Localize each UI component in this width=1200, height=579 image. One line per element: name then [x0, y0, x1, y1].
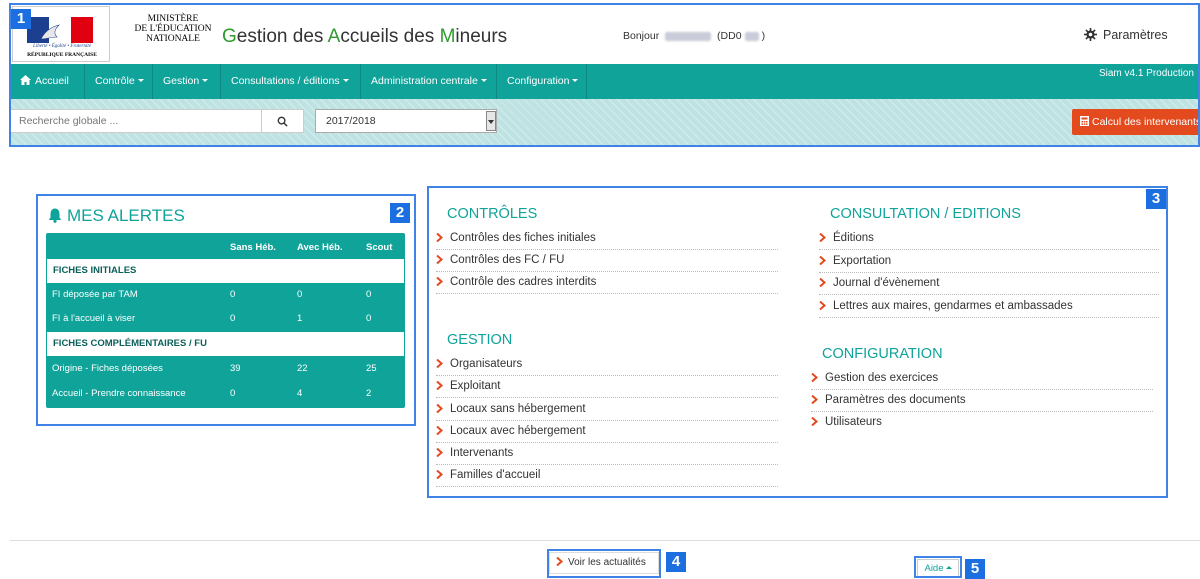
chevron-right-icon — [819, 256, 826, 265]
row-label: Origine - Fiches déposées — [52, 363, 163, 374]
link-label: Locaux sans hébergement — [450, 403, 586, 415]
link-label: Exportation — [833, 255, 892, 267]
chevron-right-icon — [436, 470, 443, 479]
callout-frame-news — [547, 549, 661, 578]
link-label: Familles d'accueil — [450, 469, 541, 481]
link-label: Gestion des exercices — [825, 372, 939, 384]
table-section-header: FICHES COMPLÉMENTAIRES / FU — [46, 332, 405, 356]
chevron-right-icon — [436, 277, 443, 286]
link-controles-fiches-initiales[interactable]: Contrôles des fiches initiales — [436, 228, 778, 250]
link-organisateurs[interactable]: Organisateurs — [436, 354, 778, 376]
alerts-title-text: MES ALERTES — [67, 206, 185, 225]
callout-badge: 2 — [390, 203, 410, 223]
cell-value: 0 — [366, 313, 372, 324]
section-label: FICHES COMPLÉMENTAIRES / FU — [53, 338, 207, 349]
column-header: Avec Héb. — [297, 242, 343, 253]
callout-badge: 1 — [11, 9, 31, 29]
table-section-header: FICHES INITIALES — [46, 259, 405, 283]
callout-badge: 4 — [666, 552, 686, 572]
link-exploitant[interactable]: Exploitant — [436, 376, 778, 398]
alerts-table: Sans Héb. Avec Héb. Scout FICHES INITIAL… — [46, 233, 405, 408]
link-intervenants[interactable]: Intervenants — [436, 443, 778, 465]
table-header-row: Sans Héb. Avec Héb. Scout — [46, 235, 405, 261]
chevron-right-icon — [436, 359, 443, 368]
cell-value: 2 — [366, 388, 372, 399]
table-row[interactable]: Accueil - Prendre connaissance 0 4 2 — [46, 381, 405, 406]
chevron-right-icon — [436, 381, 443, 390]
alerts-title: MES ALERTES — [48, 206, 185, 226]
link-locaux-sans-hebergement[interactable]: Locaux sans hébergement — [436, 399, 778, 421]
chevron-right-icon — [436, 255, 443, 264]
cell-value: 22 — [297, 363, 308, 374]
link-editions[interactable]: Éditions — [819, 228, 1159, 250]
link-gestion-exercices[interactable]: Gestion des exercices — [811, 368, 1153, 390]
section-title-gestion: GESTION — [447, 332, 513, 348]
chevron-right-icon — [819, 233, 826, 242]
section-title-consultation: CONSULTATION / EDITIONS — [830, 206, 1021, 222]
cell-value: 0 — [230, 388, 236, 399]
callout-frame-header — [9, 3, 1200, 147]
link-journal-evenement[interactable]: Journal d'évènement — [819, 273, 1159, 295]
link-utilisateurs[interactable]: Utilisateurs — [811, 412, 1153, 434]
link-familles-accueil[interactable]: Familles d'accueil — [436, 465, 778, 487]
chevron-right-icon — [811, 373, 818, 382]
section-title-controles: CONTRÔLES — [447, 206, 538, 222]
link-label: Exploitant — [450, 380, 501, 392]
link-label: Contrôles des fiches initiales — [450, 232, 596, 244]
link-controle-cadres-interdits[interactable]: Contrôle des cadres interdits — [436, 272, 778, 294]
table-row[interactable]: Origine - Fiches déposées 39 22 25 — [46, 356, 405, 381]
section-label: FICHES INITIALES — [53, 265, 137, 276]
link-parametres-documents[interactable]: Paramètres des documents — [811, 390, 1153, 412]
table-row[interactable]: FI à l'accueil à viser 0 1 0 — [46, 307, 405, 331]
chevron-right-icon — [436, 404, 443, 413]
row-label: FI à l'accueil à viser — [52, 313, 136, 324]
link-controles-fc-fu[interactable]: Contrôles des FC / FU — [436, 250, 778, 272]
chevron-right-icon — [811, 417, 818, 426]
callout-frame-aide — [914, 556, 962, 578]
cell-value: 0 — [230, 313, 236, 324]
link-label: Organisateurs — [450, 358, 523, 370]
link-label: Intervenants — [450, 447, 514, 459]
chevron-right-icon — [436, 233, 443, 242]
cell-value: 4 — [297, 388, 303, 399]
link-label: Lettres aux maires, gendarmes et ambassa… — [833, 300, 1073, 312]
column-header: Sans Héb. — [230, 242, 276, 253]
section-title-configuration: CONFIGURATION — [822, 346, 943, 362]
link-locaux-avec-hebergement[interactable]: Locaux avec hébergement — [436, 421, 778, 443]
row-label: FI déposée par TAM — [52, 289, 138, 300]
bell-icon — [48, 208, 62, 223]
table-row[interactable]: FI déposée par TAM 0 0 0 — [46, 283, 405, 306]
chevron-right-icon — [436, 448, 443, 457]
link-label: Éditions — [833, 232, 874, 244]
cell-value: 25 — [366, 363, 377, 374]
callout-badge: 3 — [1146, 189, 1166, 209]
cell-value: 0 — [230, 289, 236, 300]
callout-badge: 5 — [965, 559, 985, 579]
link-label: Paramètres des documents — [825, 394, 966, 406]
cell-value: 1 — [297, 313, 303, 324]
chevron-right-icon — [811, 395, 818, 404]
column-header: Scout — [366, 242, 393, 253]
link-lettres[interactable]: Lettres aux maires, gendarmes et ambassa… — [819, 296, 1159, 318]
link-label: Contrôles des FC / FU — [450, 254, 565, 266]
link-label: Contrôle des cadres interdits — [450, 276, 597, 288]
link-exportation[interactable]: Exportation — [819, 251, 1159, 273]
cell-value: 0 — [297, 289, 303, 300]
link-label: Journal d'évènement — [833, 277, 940, 289]
cell-value: 39 — [230, 363, 241, 374]
chevron-right-icon — [436, 426, 443, 435]
cell-value: 0 — [366, 289, 372, 300]
link-label: Locaux avec hébergement — [450, 425, 586, 437]
chevron-right-icon — [819, 278, 826, 287]
link-label: Utilisateurs — [825, 416, 882, 428]
row-label: Accueil - Prendre connaissance — [52, 388, 186, 399]
chevron-right-icon — [819, 301, 826, 310]
footer-divider — [10, 540, 1200, 541]
